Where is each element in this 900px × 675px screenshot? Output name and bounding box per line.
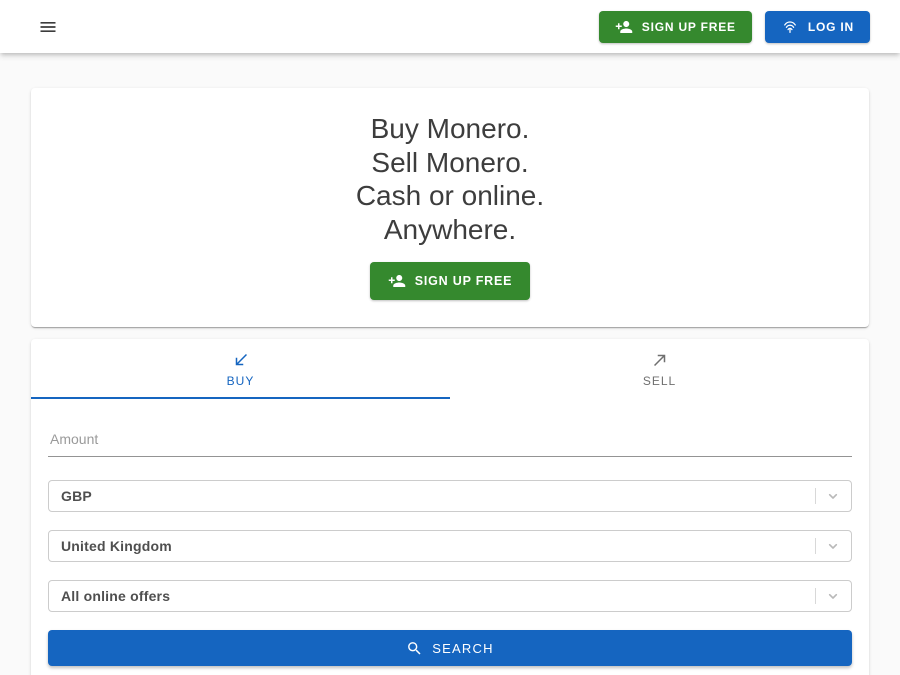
signup-button-label: SIGN UP FREE bbox=[642, 20, 736, 34]
currency-select[interactable]: GBP bbox=[48, 480, 852, 512]
person-add-icon bbox=[388, 272, 406, 290]
trade-form: GBP United Kingdom All online offers bbox=[31, 399, 869, 666]
active-tab-indicator bbox=[31, 397, 450, 399]
country-select-value: United Kingdom bbox=[61, 538, 815, 554]
person-add-icon bbox=[615, 18, 633, 36]
hero-line-4: Anywhere. bbox=[31, 213, 869, 247]
fingerprint-icon bbox=[781, 18, 799, 36]
select-divider bbox=[815, 538, 816, 554]
hero-signup-button[interactable]: SIGN UP FREE bbox=[370, 262, 531, 300]
tab-buy[interactable]: BUY bbox=[31, 339, 450, 399]
tab-sell[interactable]: SELL bbox=[450, 339, 869, 399]
trade-card: BUY SELL GBP United Kingdom bbox=[31, 339, 869, 675]
search-icon bbox=[406, 640, 423, 657]
hero-card: Buy Monero. Sell Monero. Cash or online.… bbox=[31, 88, 869, 327]
signup-button[interactable]: SIGN UP FREE bbox=[599, 11, 752, 43]
tab-buy-label: BUY bbox=[227, 374, 255, 388]
arrow-down-left-icon bbox=[232, 351, 250, 369]
hero-signup-button-label: SIGN UP FREE bbox=[415, 274, 513, 288]
page-content: Buy Monero. Sell Monero. Cash or online.… bbox=[0, 53, 900, 675]
chevron-down-icon bbox=[825, 488, 841, 504]
trade-tabs: BUY SELL bbox=[31, 339, 869, 399]
hero-heading: Buy Monero. Sell Monero. Cash or online.… bbox=[31, 112, 869, 246]
arrow-up-right-icon bbox=[651, 351, 669, 369]
hamburger-icon bbox=[38, 17, 58, 37]
header-actions: SIGN UP FREE LOG IN bbox=[599, 11, 870, 43]
login-button-label: LOG IN bbox=[808, 20, 854, 34]
country-select[interactable]: United Kingdom bbox=[48, 530, 852, 562]
search-button[interactable]: SEARCH bbox=[48, 630, 852, 666]
select-divider bbox=[815, 488, 816, 504]
search-button-label: SEARCH bbox=[432, 641, 493, 656]
hero-line-1: Buy Monero. bbox=[31, 112, 869, 146]
menu-button[interactable] bbox=[30, 9, 66, 45]
chevron-down-icon bbox=[825, 588, 841, 604]
chevron-down-icon bbox=[825, 538, 841, 554]
amount-input[interactable] bbox=[48, 425, 852, 457]
offer-type-select-value: All online offers bbox=[61, 588, 815, 604]
offer-type-select[interactable]: All online offers bbox=[48, 580, 852, 612]
hero-line-2: Sell Monero. bbox=[31, 146, 869, 180]
hero-line-3: Cash or online. bbox=[31, 179, 869, 213]
app-header: SIGN UP FREE LOG IN bbox=[0, 0, 900, 53]
select-divider bbox=[815, 588, 816, 604]
login-button[interactable]: LOG IN bbox=[765, 11, 870, 43]
tab-sell-label: SELL bbox=[643, 374, 676, 388]
currency-select-value: GBP bbox=[61, 488, 815, 504]
